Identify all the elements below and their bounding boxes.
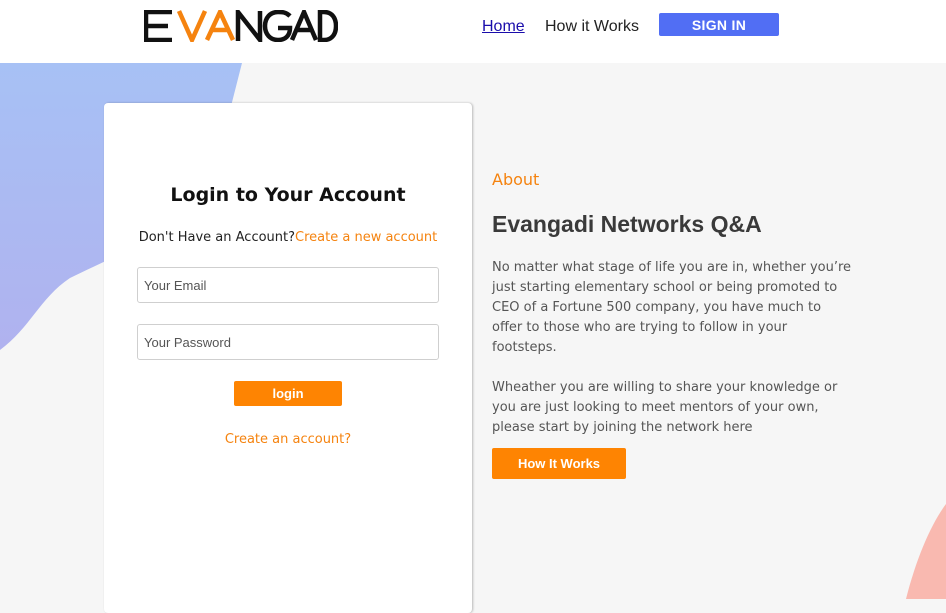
login-button[interactable]: login [234,381,342,406]
evangadi-logo[interactable] [144,10,338,42]
about-paragraph-2: Wheather you are willing to share your k… [492,380,838,435]
about-label: About [492,170,540,189]
login-card: Login to Your Account Don't Have an Acco… [104,103,472,613]
how-it-works-button[interactable]: How It Works [492,448,626,479]
nav-how-it-works-link[interactable]: How it Works [545,18,639,36]
signup-prompt: Don't Have an Account?Create a new accou… [104,230,472,245]
background-corner-shape [906,504,946,599]
top-header: Home How it Works SIGN IN [0,0,946,63]
create-account-link[interactable]: Create an account? [104,432,472,447]
sign-in-button[interactable]: SIGN IN [659,13,779,36]
password-input[interactable] [137,324,439,360]
create-new-account-link[interactable]: Create a new account [295,230,437,245]
about-paragraph-1: No matter what stage of life you are in,… [492,260,852,355]
login-title: Login to Your Account [170,184,406,206]
nav-home-link[interactable]: Home [482,18,525,36]
about-section: About Evangadi Networks Q&A No matter wh… [492,170,852,438]
email-input[interactable] [137,267,439,303]
about-title: Evangadi Networks Q&A [492,211,762,237]
no-account-text: Don't Have an Account? [138,230,296,245]
